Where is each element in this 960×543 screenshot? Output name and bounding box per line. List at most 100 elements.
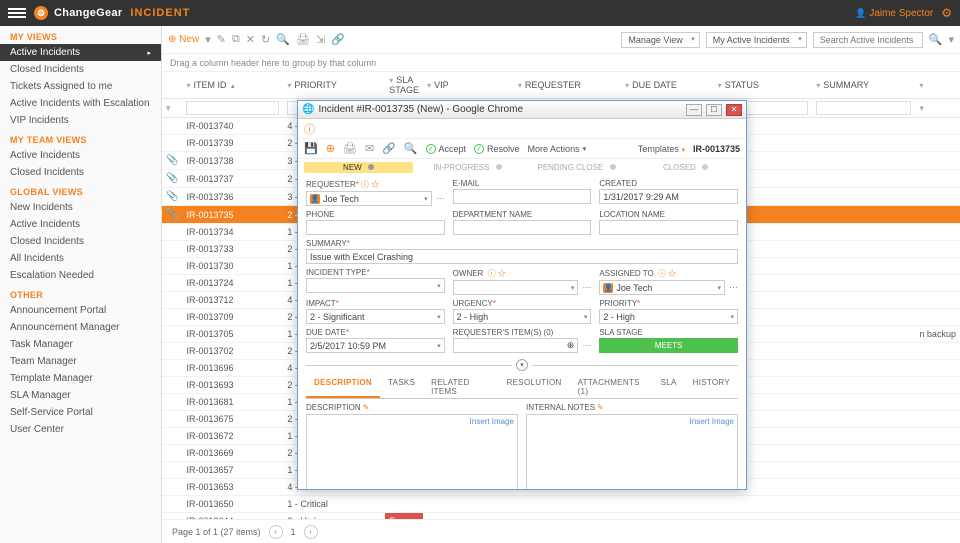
sidebar-item[interactable]: Announcement Manager: [0, 319, 161, 336]
column-header[interactable]: ▾SLA STAGE: [385, 72, 423, 99]
popup-tab[interactable]: SLA: [653, 375, 685, 398]
sidebar-item[interactable]: Team Manager: [0, 353, 161, 370]
search-input[interactable]: [813, 32, 923, 48]
close-button[interactable]: ✕: [726, 104, 742, 116]
column-filter-input[interactable]: [186, 101, 279, 115]
info-icon[interactable]: ⓘ: [304, 121, 315, 137]
resolve-button[interactable]: ✓Resolve: [474, 144, 520, 154]
column-filter-input[interactable]: [816, 101, 911, 115]
popup-tab[interactable]: ATTACHMENTS (1): [570, 375, 653, 398]
priority-field[interactable]: 2 - High: [599, 309, 738, 324]
sidebar-item[interactable]: Template Manager: [0, 370, 161, 387]
dropdown-icon[interactable]: ▾: [205, 33, 211, 46]
insert-image-link[interactable]: Insert Image: [470, 417, 514, 426]
column-header[interactable]: ▾REQUESTER: [514, 72, 621, 99]
requester-items-field[interactable]: ⊕: [453, 338, 579, 353]
insert-image-link[interactable]: Insert Image: [690, 417, 734, 426]
column-header[interactable]: ▾VIP: [423, 72, 514, 99]
sidebar-item[interactable]: Task Manager: [0, 336, 161, 353]
gear-icon[interactable]: ⚙: [941, 6, 952, 20]
owner-field[interactable]: [453, 280, 579, 295]
sidebar-item[interactable]: Announcement Portal: [0, 302, 161, 319]
internal-notes-editor[interactable]: Insert Image: [526, 414, 738, 489]
column-header[interactable]: [162, 72, 182, 99]
popup-tab[interactable]: HISTORY: [685, 375, 738, 398]
column-header[interactable]: ▾DUE DATE: [621, 72, 714, 99]
stage-new[interactable]: NEW: [304, 162, 413, 173]
department-field[interactable]: [453, 220, 592, 235]
user-label[interactable]: Jaime Spector: [855, 8, 933, 19]
add-icon[interactable]: ⊕: [326, 142, 335, 155]
popup-titlebar[interactable]: 🌐 Incident #IR-0013735 (New) - Google Ch…: [298, 101, 746, 119]
stage-closed[interactable]: CLOSED: [631, 163, 740, 172]
link-popup-icon[interactable]: 🔗: [382, 142, 396, 155]
group-by-hint[interactable]: Drag a column header here to group by th…: [162, 54, 960, 72]
popup-tab[interactable]: DESCRIPTION: [306, 375, 380, 398]
pager-prev-button[interactable]: ‹: [269, 525, 283, 539]
sidebar-item[interactable]: Closed Incidents: [0, 61, 161, 78]
save-icon[interactable]: 💾: [304, 142, 318, 155]
assigned-lookup-icon[interactable]: ⋯: [729, 282, 738, 295]
new-button[interactable]: New: [168, 34, 199, 45]
requester-field[interactable]: 👤Joe Tech: [306, 191, 432, 206]
current-view-dropdown[interactable]: My Active Incidents: [706, 32, 807, 48]
sidebar-item[interactable]: Active Incidents with Escalation: [0, 95, 161, 112]
column-header[interactable]: ▾STATUS: [714, 72, 813, 99]
manage-view-dropdown[interactable]: Manage View: [621, 32, 699, 48]
link-icon[interactable]: 🔗: [331, 33, 345, 46]
sidebar-item[interactable]: All Incidents: [0, 250, 161, 267]
email-field[interactable]: [453, 189, 592, 204]
menu-icon[interactable]: [8, 6, 26, 20]
incident-type-field[interactable]: [306, 278, 445, 293]
copy-icon[interactable]: ⧉: [232, 33, 240, 46]
sidebar-item[interactable]: VIP Incidents: [0, 112, 161, 129]
assigned-to-field[interactable]: 👤Joe Tech: [599, 280, 725, 295]
sidebar-item[interactable]: Active Incidents: [0, 216, 161, 233]
sidebar-item[interactable]: New Incidents: [0, 199, 161, 216]
popup-tab[interactable]: TASKS: [380, 375, 423, 398]
refresh-icon[interactable]: ↻: [261, 33, 270, 46]
search-go-icon[interactable]: 🔍: [929, 33, 943, 46]
column-header[interactable]: ▾ITEM ID ▴: [182, 72, 283, 99]
export-icon[interactable]: ⇲: [316, 33, 325, 46]
pager-next-button[interactable]: ›: [304, 525, 318, 539]
print-popup-icon[interactable]: 🖨: [343, 142, 357, 155]
summary-field[interactable]: Issue with Excel Crashing: [306, 249, 738, 264]
sidebar-item[interactable]: Self-Service Portal: [0, 404, 161, 421]
stage-in-progress[interactable]: IN-PROGRESS: [413, 163, 522, 172]
location-field[interactable]: [599, 220, 738, 235]
zoom-icon[interactable]: 🔍: [404, 142, 418, 155]
more-actions-button[interactable]: More Actions ▾: [528, 144, 587, 154]
sidebar-item[interactable]: Active Incidents: [0, 44, 161, 61]
description-editor[interactable]: Insert Image: [306, 414, 518, 489]
sidebar-item[interactable]: User Center: [0, 421, 161, 438]
edit-icon[interactable]: ✎: [217, 33, 226, 46]
column-header[interactable]: ▾SUMMARY: [812, 72, 915, 99]
owner-lookup-icon[interactable]: ⋯: [582, 282, 591, 295]
requester-lookup-icon[interactable]: ⋯: [436, 193, 445, 206]
sidebar-item[interactable]: Closed Incidents: [0, 164, 161, 181]
phone-field[interactable]: [306, 220, 445, 235]
due-date-field[interactable]: 2/5/2017 10:59 PM: [306, 338, 445, 353]
minimize-button[interactable]: —: [686, 104, 702, 116]
column-header[interactable]: ▾PRIORITY: [283, 72, 385, 99]
maximize-button[interactable]: ☐: [706, 104, 722, 116]
sidebar-item[interactable]: SLA Manager: [0, 387, 161, 404]
sidebar-item[interactable]: Active Incidents: [0, 147, 161, 164]
delete-icon[interactable]: ✕: [246, 33, 255, 46]
table-row[interactable]: IR-00136501 - Critical: [162, 496, 960, 513]
search-icon[interactable]: 🔍: [276, 33, 290, 46]
templates-dropdown[interactable]: Templates ▾: [638, 144, 685, 154]
popup-tab[interactable]: RELATED ITEMS: [423, 375, 498, 398]
pencil-icon[interactable]: ✎: [597, 403, 604, 412]
sidebar-item[interactable]: Tickets Assigned to me: [0, 78, 161, 95]
sidebar-item[interactable]: Closed Incidents: [0, 233, 161, 250]
stage-pending close[interactable]: PENDING CLOSE: [522, 163, 631, 172]
pencil-icon[interactable]: ✎: [363, 403, 370, 412]
sidebar-item[interactable]: Escalation Needed: [0, 267, 161, 284]
impact-field[interactable]: 2 - Significant: [306, 309, 445, 324]
accept-button[interactable]: ✓Accept: [426, 144, 467, 154]
email-icon[interactable]: ✉: [365, 142, 374, 155]
requester-items-lookup-icon[interactable]: ⋯: [582, 340, 591, 353]
collapse-toggle-icon[interactable]: ▾: [516, 359, 528, 371]
